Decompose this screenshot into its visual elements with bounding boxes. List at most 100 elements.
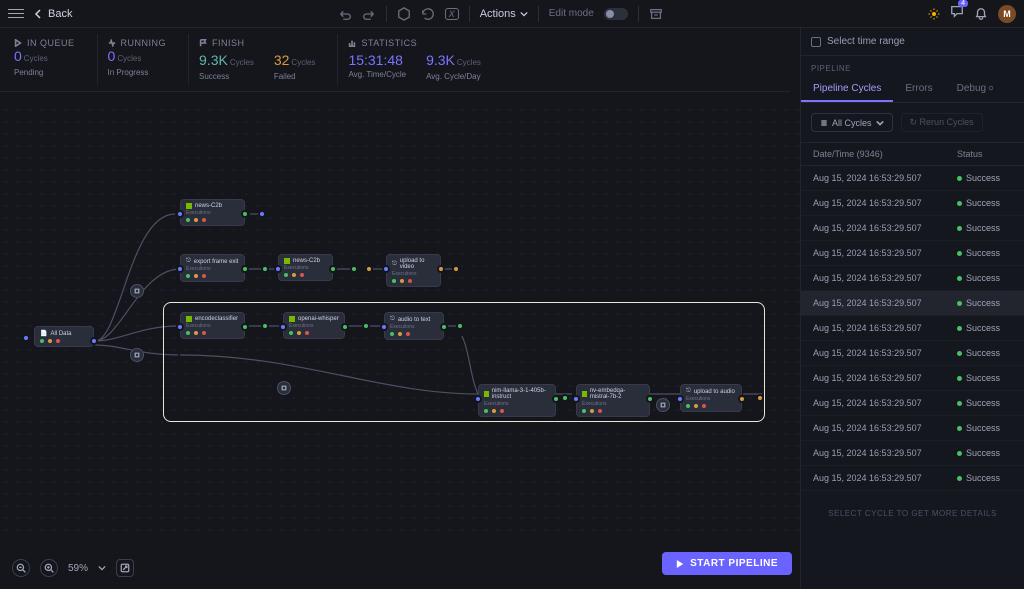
cycle-status: Success <box>957 473 1012 483</box>
cycle-status: Success <box>957 173 1012 183</box>
port[interactable] <box>756 394 764 402</box>
cycle-row[interactable]: Aug 15, 2024 16:53:29.507Success <box>801 466 1024 491</box>
cycle-datetime: Aug 15, 2024 16:53:29.507 <box>813 198 957 208</box>
cycle-datetime: Aug 15, 2024 16:53:29.507 <box>813 173 957 183</box>
stat-running: RUNNING 0Cycles In Progress <box>98 34 190 85</box>
cycle-datetime: Aug 15, 2024 16:53:29.507 <box>813 448 957 458</box>
cycle-datetime: Aug 15, 2024 16:53:29.507 <box>813 423 957 433</box>
menu-button[interactable] <box>8 6 24 22</box>
messages-button[interactable]: 4 <box>950 4 964 23</box>
stat-finish: FINISH 9.3KCyclesSuccess 32CyclesFailed <box>189 34 338 85</box>
cycle-status: Success <box>957 423 1012 433</box>
node-all-data[interactable]: 📄All Data <box>34 326 94 347</box>
avatar[interactable]: M <box>998 5 1016 23</box>
chart-icon <box>348 39 356 47</box>
stat-queue: IN QUEUE 0Cycles Pending <box>14 34 98 85</box>
port[interactable] <box>258 210 266 218</box>
cycle-row[interactable]: Aug 15, 2024 16:53:29.507Success <box>801 441 1024 466</box>
actions-dropdown[interactable]: Actions <box>480 8 528 20</box>
port[interactable] <box>365 265 373 273</box>
variables-icon[interactable]: X <box>445 8 459 20</box>
node-news-c2b-1[interactable]: news-C2b Executions <box>180 199 245 226</box>
chevron-down-icon[interactable] <box>98 564 106 572</box>
node-nv-embedqa[interactable]: nv-embedqa-mistral-7b-2 Executions <box>576 384 650 417</box>
cycle-datetime: Aug 15, 2024 16:53:29.507 <box>813 273 957 283</box>
node-encodeclassifier[interactable]: encodeclassifier Executions <box>180 312 245 339</box>
node-news-c2b-2[interactable]: news-C2b Executions <box>278 254 333 281</box>
pipeline-canvas[interactable]: 📄All Data news-C2b Executions ⎋export fr… <box>0 104 800 534</box>
tab-debug[interactable]: Debug <box>945 77 1006 102</box>
edit-mode-toggle[interactable] <box>604 8 628 20</box>
column-header-date: Date/Time (9346) <box>813 149 957 159</box>
cycle-row[interactable]: Aug 15, 2024 16:53:29.507Success <box>801 166 1024 191</box>
sliders-icon <box>820 119 828 127</box>
play-icon <box>676 560 684 568</box>
cycle-datetime: Aug 15, 2024 16:53:29.507 <box>813 248 957 258</box>
start-pipeline-button[interactable]: START PIPELINE <box>662 552 792 575</box>
cycle-row[interactable]: Aug 15, 2024 16:53:29.507Success <box>801 391 1024 416</box>
cycle-row[interactable]: Aug 15, 2024 16:53:29.507Success <box>801 241 1024 266</box>
port[interactable] <box>452 265 460 273</box>
undo-icon[interactable] <box>338 7 352 21</box>
port[interactable] <box>362 322 370 330</box>
back-button[interactable]: Back <box>34 8 72 20</box>
cycle-status: Success <box>957 323 1012 333</box>
cycle-datetime: Aug 15, 2024 16:53:29.507 <box>813 223 957 233</box>
fit-view-button[interactable] <box>116 559 134 577</box>
back-label: Back <box>48 8 72 20</box>
cycle-datetime: Aug 15, 2024 16:53:29.507 <box>813 398 957 408</box>
archive-icon[interactable] <box>649 7 663 21</box>
redo-icon[interactable] <box>362 7 376 21</box>
port[interactable] <box>350 265 358 273</box>
cycle-row[interactable]: Aug 15, 2024 16:53:29.507Success <box>801 266 1024 291</box>
cycle-status: Success <box>957 223 1012 233</box>
tab-errors[interactable]: Errors <box>893 77 944 102</box>
zoom-out-button[interactable] <box>12 559 30 577</box>
cycle-row[interactable]: Aug 15, 2024 16:53:29.507Success <box>801 366 1024 391</box>
port[interactable] <box>261 265 269 273</box>
node-nim-llama[interactable]: nim-llama-3-1-405b-instruct Executions <box>478 384 556 417</box>
cycle-status: Success <box>957 273 1012 283</box>
activity-icon <box>108 39 116 47</box>
notification-badge: 4 <box>958 0 968 7</box>
junction-icon[interactable] <box>130 284 144 298</box>
cycle-status: Success <box>957 448 1012 458</box>
hex-icon[interactable] <box>397 7 411 21</box>
canvas-start-port[interactable] <box>22 334 30 342</box>
node-upload-audio[interactable]: ⎋upload to audio Executions <box>680 384 742 412</box>
column-header-status: Status <box>957 149 1012 159</box>
chevron-left-icon <box>34 9 44 19</box>
port[interactable] <box>561 394 569 402</box>
cycle-status: Success <box>957 398 1012 408</box>
junction-icon[interactable] <box>130 348 144 362</box>
cycle-row[interactable]: Aug 15, 2024 16:53:29.507Success <box>801 191 1024 216</box>
cycle-status: Success <box>957 248 1012 258</box>
cycle-row[interactable]: Aug 15, 2024 16:53:29.507Success <box>801 216 1024 241</box>
theme-icon[interactable] <box>928 8 940 20</box>
cycle-status: Success <box>957 198 1012 208</box>
selection-box <box>163 302 765 422</box>
port[interactable] <box>261 322 269 330</box>
node-export-frame[interactable]: ⎋export frame exit Executions <box>180 254 245 282</box>
cycle-row[interactable]: Aug 15, 2024 16:53:29.507Success <box>801 316 1024 341</box>
zoom-in-button[interactable] <box>40 559 58 577</box>
cycle-row[interactable]: Aug 15, 2024 16:53:29.507Success <box>801 341 1024 366</box>
cycle-status: Success <box>957 373 1012 383</box>
node-upload-video[interactable]: ⎋upload to video Executions <box>386 254 441 287</box>
flag-icon <box>199 39 207 47</box>
node-openai-whisper[interactable]: openai-whisper Executions <box>283 312 345 339</box>
refresh-icon[interactable] <box>421 7 435 21</box>
cycle-row[interactable]: Aug 15, 2024 16:53:29.507Success <box>801 416 1024 441</box>
cycle-row[interactable]: Aug 15, 2024 16:53:29.507Success <box>801 291 1024 316</box>
bell-icon[interactable] <box>974 7 988 21</box>
cycle-status: Success <box>957 348 1012 358</box>
cycle-datetime: Aug 15, 2024 16:53:29.507 <box>813 373 957 383</box>
filter-rerun-cycles[interactable]: ↻ Rerun Cycles <box>901 113 983 132</box>
stats-bar: IN QUEUE 0Cycles Pending RUNNING 0Cycles… <box>0 28 790 92</box>
filter-all-cycles[interactable]: All Cycles <box>811 113 893 132</box>
gear-icon <box>988 85 994 91</box>
tab-pipeline-cycles[interactable]: Pipeline Cycles <box>801 77 893 102</box>
port[interactable] <box>456 322 464 330</box>
time-range-selector[interactable]: Select time range <box>801 28 1024 56</box>
node-audio-to-text[interactable]: ⎋audio to text Executions <box>384 312 444 340</box>
